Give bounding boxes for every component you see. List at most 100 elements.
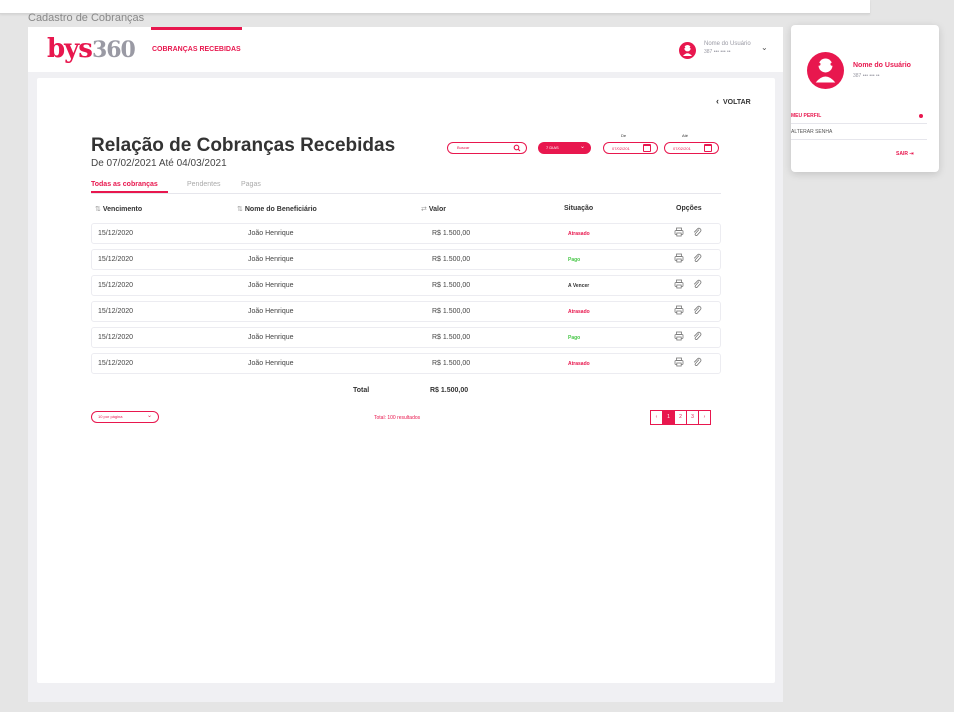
table-row[interactable]: 15/12/2020 João Henrique R$ 1.500,00 A Venc… — [91, 275, 721, 296]
column-header-situacao: Situação — [564, 205, 594, 212]
period-select[interactable]: 7 DIAS ⌄ — [538, 142, 591, 154]
column-header-beneficiario[interactable]: ⇅ Nome do Beneficiário — [237, 205, 317, 213]
printer-icon[interactable] — [674, 227, 684, 240]
cell-situacao: Atrasado — [568, 361, 590, 367]
back-label: VOLTAR — [723, 99, 751, 106]
user-name: Nome do Usuário — [704, 41, 751, 47]
status-tabs: Todas as cobranças Pendentes Pagas — [91, 180, 721, 194]
page-title: Relação de Cobranças Recebidas — [91, 135, 396, 156]
search-icon[interactable] — [513, 143, 521, 155]
paperclip-icon[interactable] — [692, 305, 702, 318]
page-subtitle: De 07/02/2021 Até 04/03/2021 — [91, 158, 227, 169]
dropdown-user-name: Nome do Usuário — [853, 62, 911, 69]
active-dot — [919, 114, 923, 118]
table-row[interactable]: 15/12/2020 João Henrique R$ 1.500,00 Pago — [91, 327, 721, 348]
date-to-value: 07/02/201 — [673, 146, 691, 151]
cell-valor: R$ 1.500,00 — [432, 334, 471, 341]
cell-valor: R$ 1.500,00 — [432, 256, 471, 263]
cell-valor: R$ 1.500,00 — [432, 282, 471, 289]
results-count: Total: 100 resultados — [374, 415, 421, 421]
tab-todas[interactable]: Todas as cobranças — [91, 181, 158, 188]
cell-vencimento: 15/12/2020 — [98, 256, 134, 263]
date-from-label: De — [621, 133, 627, 138]
dropdown-user-id: 387 ••• ••• •• — [853, 73, 880, 79]
tab-pagas[interactable]: Pagas — [241, 181, 261, 188]
printer-icon[interactable] — [674, 305, 684, 318]
total-value: R$ 1.500,00 — [430, 387, 469, 394]
cell-valor: R$ 1.500,00 — [432, 360, 471, 367]
tab-pendentes[interactable]: Pendentes — [187, 181, 220, 188]
back-button[interactable]: ‹ VOLTAR — [716, 96, 751, 106]
table-row[interactable]: 15/12/2020 João Henrique R$ 1.500,00 Atrasa… — [91, 353, 721, 374]
app-header: bys360 COBRANÇAS RECEBIDAS Nome do Usuár… — [28, 27, 783, 72]
table-row[interactable]: 15/12/2020 João Henrique R$ 1.500,00 Atrasa… — [91, 301, 721, 322]
column-header-vencimento[interactable]: ⇅ Vencimento — [95, 205, 142, 213]
chevron-left-icon: ‹ — [716, 96, 719, 106]
user-dropdown-menu: Nome do Usuário 387 ••• ••• •• MEU PERFI… — [791, 25, 939, 172]
cell-beneficiario: João Henrique — [248, 308, 294, 315]
next-page-button[interactable]: › — [698, 410, 711, 425]
page-caption: Cadastro de Cobranças — [28, 12, 145, 24]
cell-situacao: Pago — [568, 335, 581, 341]
cell-beneficiario: João Henrique — [248, 334, 294, 341]
chevron-right-icon: › — [703, 414, 706, 420]
printer-icon[interactable] — [674, 253, 684, 266]
user-avatar-icon — [679, 42, 696, 59]
calendar-icon — [704, 144, 712, 152]
divider — [791, 139, 927, 140]
calendar-icon — [643, 144, 651, 152]
user-menu-button[interactable]: Nome do Usuário 387 ••• ••• •• ⌄ — [679, 39, 774, 63]
date-to-input[interactable]: 07/02/201 — [664, 142, 719, 154]
sort-icon: ⇄ — [421, 206, 427, 213]
date-from-input[interactable]: 07/02/201 — [603, 142, 658, 154]
total-label: Total — [353, 387, 370, 394]
chevron-left-icon: ‹ — [655, 414, 658, 420]
logout-label: SAIR — [896, 151, 908, 157]
sort-icon: ⇅ — [237, 206, 243, 213]
cell-vencimento: 15/12/2020 — [98, 230, 134, 237]
printer-icon[interactable] — [674, 357, 684, 370]
logo[interactable]: bys360 — [47, 33, 136, 64]
period-value: 7 DIAS — [546, 145, 559, 150]
nav-tab-cobrancas-recebidas[interactable]: COBRANÇAS RECEBIDAS — [151, 27, 242, 72]
cell-situacao: Atrasado — [568, 309, 590, 315]
pagination: ‹ 1 2 3 › — [650, 410, 721, 425]
column-header-valor[interactable]: ⇄ Valor — [421, 205, 446, 213]
paperclip-icon[interactable] — [692, 227, 702, 240]
sort-icon: ⇅ — [95, 206, 101, 213]
search-placeholder: Buscar — [457, 145, 470, 150]
menu-item-label: MEU PERFIL — [791, 113, 822, 119]
column-label: Valor — [428, 206, 446, 213]
active-tab-indicator — [91, 191, 168, 193]
logout-button[interactable]: SAIR ⇥ — [896, 151, 914, 157]
paperclip-icon[interactable] — [692, 279, 702, 292]
per-page-value: 10 por página — [98, 414, 123, 419]
cell-beneficiario: João Henrique — [248, 282, 294, 289]
search-input[interactable]: Buscar — [447, 142, 527, 154]
logo-text: bys — [47, 34, 93, 64]
cell-beneficiario: João Henrique — [248, 360, 294, 367]
table-row[interactable]: 15/12/2020 João Henrique R$ 1.500,00 Pago — [91, 249, 721, 270]
chevron-down-icon: ⌄ — [146, 413, 152, 419]
cell-valor: R$ 1.500,00 — [432, 308, 471, 315]
column-header-opcoes: Opções — [676, 205, 702, 212]
date-from-value: 07/02/201 — [612, 146, 630, 151]
printer-icon[interactable] — [674, 331, 684, 344]
paperclip-icon[interactable] — [692, 331, 702, 344]
date-to-label: Até — [682, 133, 689, 138]
cell-vencimento: 15/12/2020 — [98, 360, 134, 367]
paperclip-icon[interactable] — [692, 357, 702, 370]
per-page-select[interactable]: 10 por página ⌄ — [91, 411, 159, 423]
table-row[interactable]: 15/12/2020 João Henrique R$ 1.500,00 Atrasa… — [91, 223, 721, 244]
nav-tab-label: COBRANÇAS RECEBIDAS — [152, 46, 241, 53]
cell-situacao: Pago — [568, 257, 581, 263]
cell-vencimento: 15/12/2020 — [98, 308, 134, 315]
divider — [791, 123, 927, 124]
cell-valor: R$ 1.500,00 — [432, 230, 471, 237]
paperclip-icon[interactable] — [692, 253, 702, 266]
user-avatar-icon — [807, 52, 844, 89]
cell-beneficiario: João Henrique — [248, 230, 294, 237]
cell-situacao: Atrasado — [568, 231, 590, 237]
chevron-down-icon: ⌄ — [761, 43, 768, 52]
printer-icon[interactable] — [674, 279, 684, 292]
